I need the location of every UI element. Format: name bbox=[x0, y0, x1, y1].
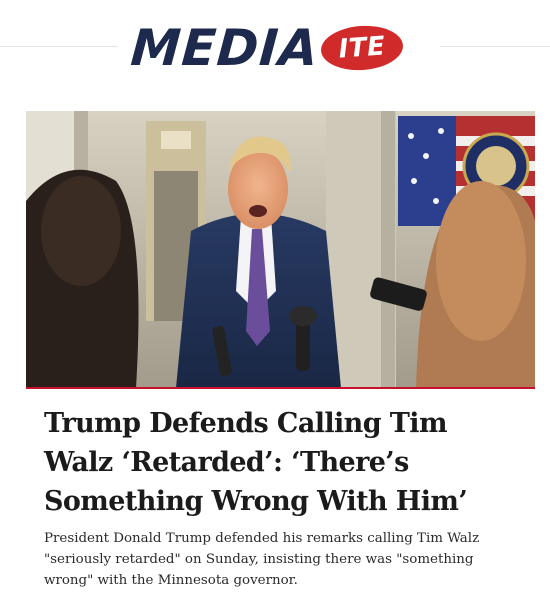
logo-badge-text: ITE bbox=[337, 31, 387, 65]
article-hero-image[interactable] bbox=[26, 111, 535, 388]
hero-divider bbox=[26, 387, 535, 389]
header-rule-left bbox=[0, 46, 118, 47]
hero-photo-illustration bbox=[26, 111, 535, 388]
site-logo[interactable]: MEDIA ITE bbox=[128, 18, 405, 78]
article-headline[interactable]: Trump Defends Calling Tim Walz ‘Retarded… bbox=[44, 404, 514, 521]
logo-wordmark: MEDIA bbox=[128, 19, 321, 77]
header-rule-right bbox=[440, 46, 550, 47]
logo-badge: ITE bbox=[319, 23, 405, 73]
article-summary: President Donald Trump defended his rema… bbox=[44, 531, 480, 588]
site-header: MEDIA ITE bbox=[0, 0, 550, 100]
